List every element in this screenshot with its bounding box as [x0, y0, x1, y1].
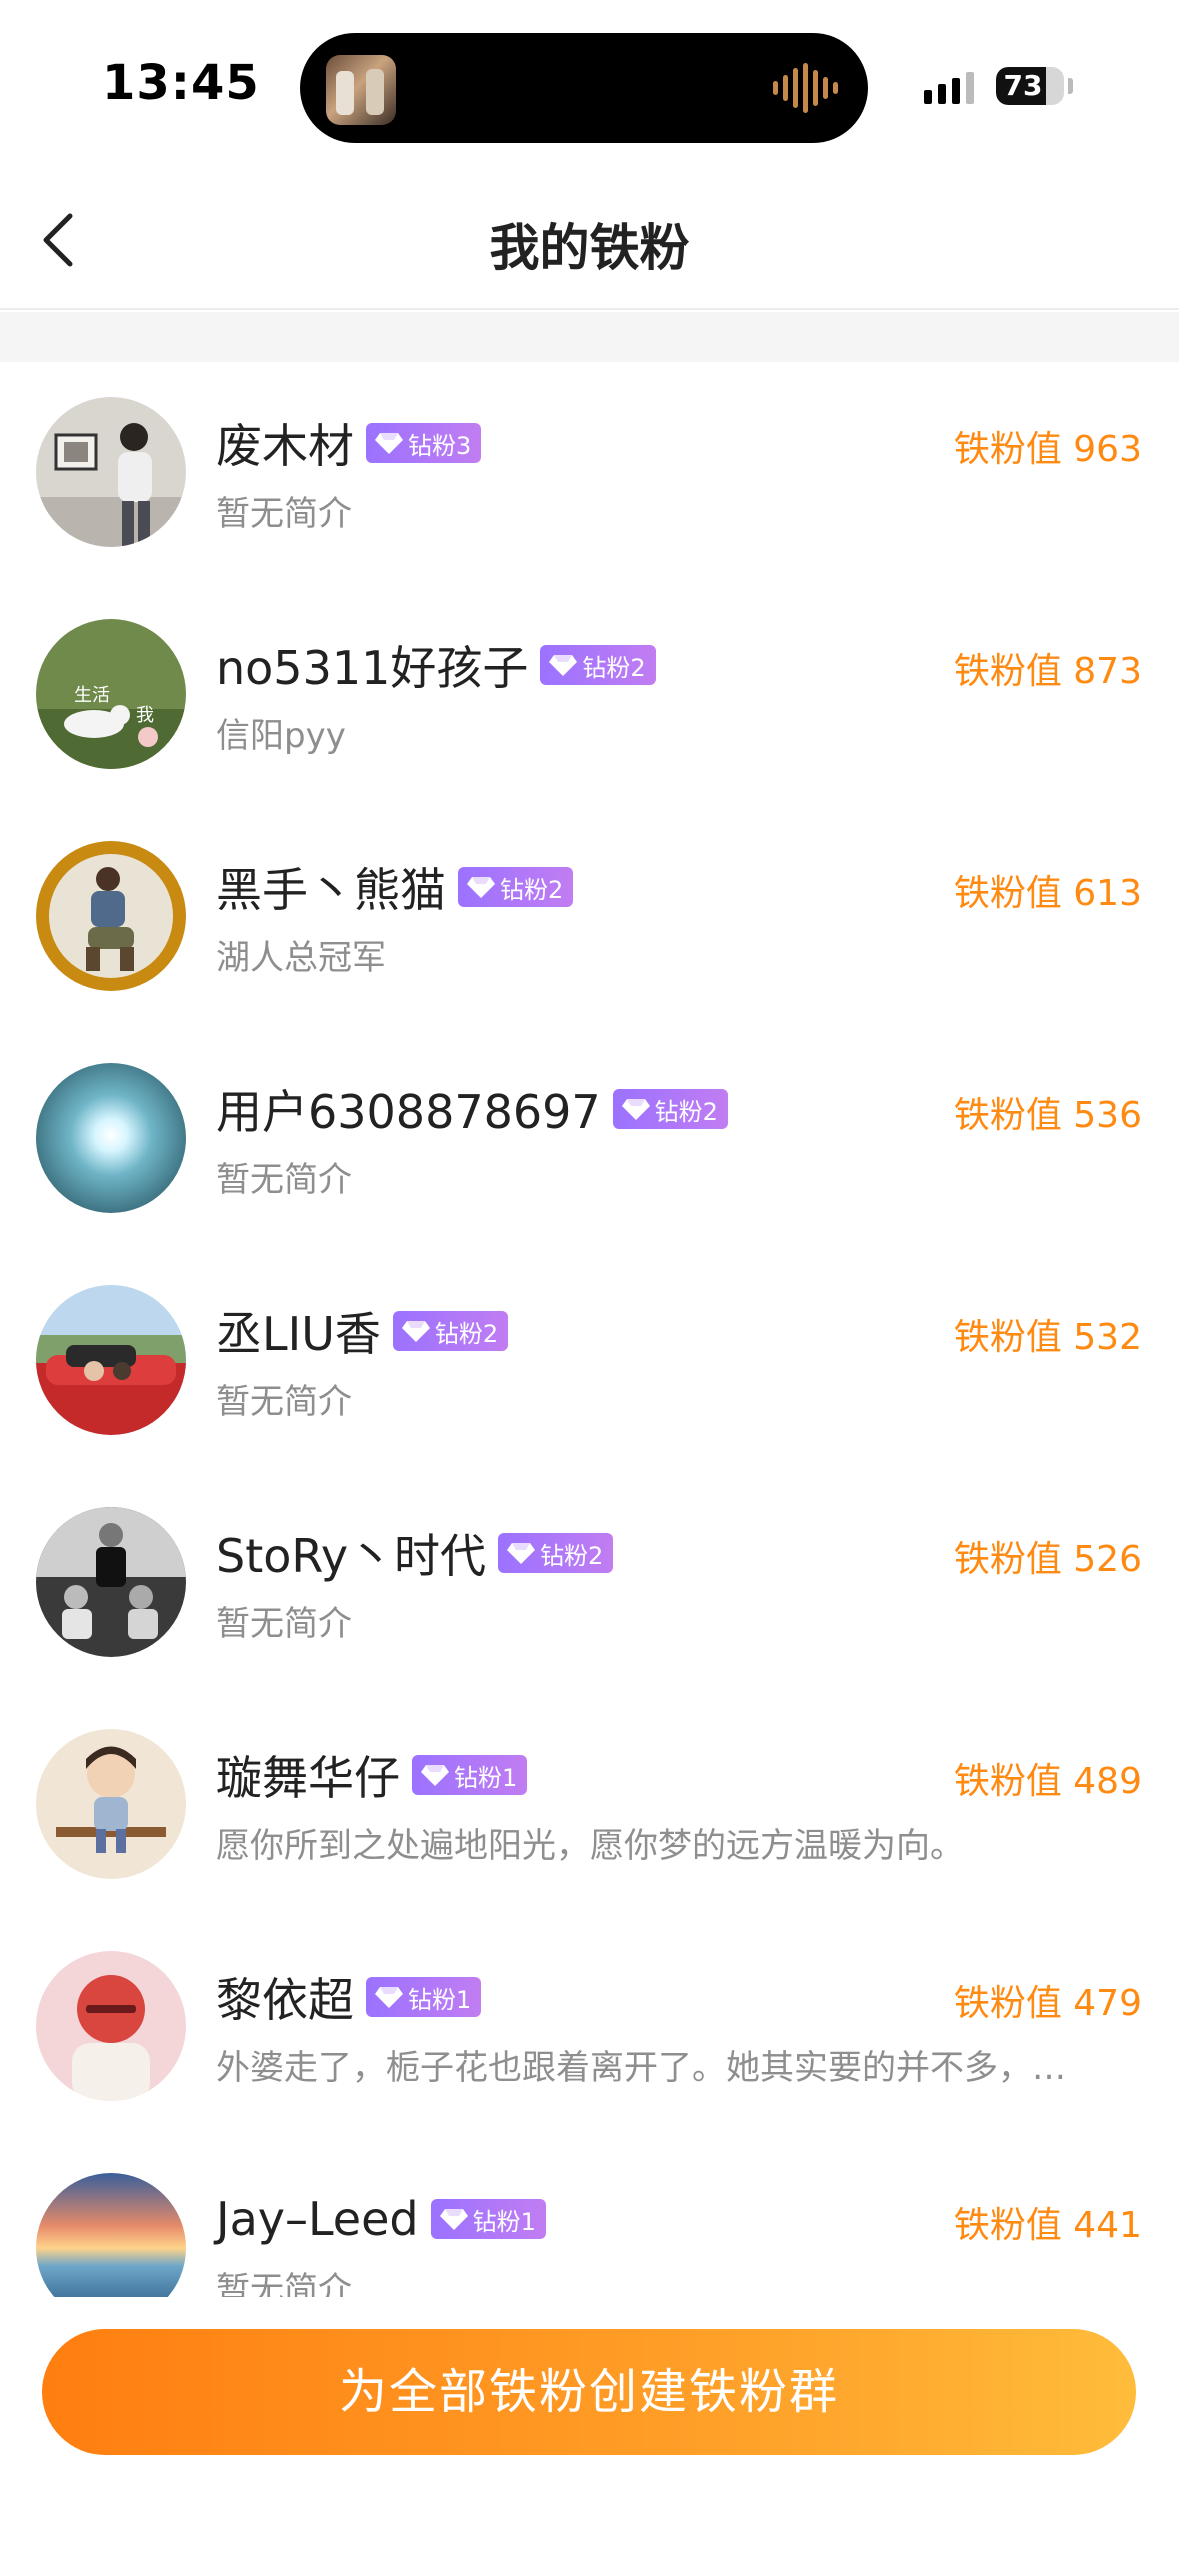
fan-name: 黎依超	[216, 1973, 354, 2027]
fan-row[interactable]: 黎依超 钻粉1 外婆走了，栀子花也跟着离开了。她其实要的并不多，… 铁粉值 47…	[0, 1916, 1179, 2138]
status-time: 13:45	[102, 55, 260, 111]
name-line: Jay–Leed 钻粉1	[216, 2186, 546, 2252]
name-line: 黎依超 钻粉1	[216, 1964, 482, 2030]
fan-level-badge: 钻粉3	[366, 423, 482, 463]
fan-value: 铁粉值 963	[953, 429, 1142, 470]
bottom-bar: 为全部铁粉创建铁粉群	[0, 2297, 1179, 2556]
diamond-icon	[507, 1543, 536, 1564]
name-line: 用户6308878697 钻粉2	[216, 1076, 728, 1142]
badge-label: 钻粉3	[408, 431, 472, 460]
avatar[interactable]	[36, 397, 186, 547]
fan-bio: 外婆走了，栀子花也跟着离开了。她其实要的并不多，…	[216, 2048, 1066, 2088]
fan-name: Jay–Leed	[216, 2192, 419, 2246]
battery-tip	[1068, 78, 1073, 94]
fan-row[interactable]: 璇舞华仔 钻粉1 愿你所到之处遍地阳光，愿你梦的远方温暖为向。 铁粉值 489	[0, 1694, 1179, 1916]
name-line: 黑手丶熊猫 钻粉2	[216, 854, 574, 920]
fan-row[interactable]: 用户6308878697 钻粉2 暂无简介 铁粉值 536	[0, 1028, 1179, 1250]
badge-label: 钻粉2	[582, 653, 646, 682]
name-line: 废木材 钻粉3	[216, 410, 482, 476]
avatar[interactable]	[36, 1507, 186, 1657]
fan-bio: 暂无简介	[216, 494, 352, 534]
fan-value: 铁粉值 526	[953, 1539, 1142, 1580]
fan-level-badge: 钻粉2	[498, 1533, 614, 1573]
fan-name: 璇舞华仔	[216, 1751, 400, 1805]
name-line: StoRy丶时代 钻粉2	[216, 1520, 614, 1586]
diamond-icon	[375, 433, 403, 454]
fan-value: 铁粉值 532	[953, 1317, 1142, 1358]
fan-name: no5311好孩子	[216, 641, 529, 695]
badge-label: 钻粉1	[408, 1985, 472, 2014]
badge-label: 钻粉2	[434, 1319, 499, 1348]
avatar[interactable]	[36, 1063, 186, 1213]
badge-label: 钻粉1	[472, 2207, 536, 2236]
fan-name: 用户6308878697	[216, 1085, 601, 1139]
avatar[interactable]	[36, 1729, 186, 1879]
fan-name: 废木材	[216, 419, 354, 473]
section-divider	[0, 312, 1179, 362]
badge-label: 钻粉2	[654, 1097, 718, 1126]
name-line: 丞LIU香 钻粉2	[216, 1298, 509, 1364]
diamond-icon	[375, 1987, 403, 2008]
nav-bar: 我的铁粉	[0, 170, 1179, 310]
fan-bio: 信阳pyy	[216, 716, 346, 756]
fan-level-badge: 钻粉1	[430, 2199, 546, 2239]
battery-icon: 73	[996, 67, 1064, 105]
page-title: 我的铁粉	[489, 219, 690, 277]
fan-bio: 暂无简介	[216, 1382, 352, 1422]
fan-name: 丞LIU香	[216, 1307, 381, 1361]
fan-row[interactable]: 丞LIU香 钻粉2 暂无简介 铁粉值 532	[0, 1250, 1179, 1472]
dynamic-island[interactable]	[300, 33, 868, 143]
fan-value: 铁粉值 441	[953, 2205, 1142, 2246]
fan-row[interactable]: 黑手丶熊猫 钻粉2 湖人总冠军 铁粉值 613	[0, 806, 1179, 1028]
diamond-icon	[421, 1765, 449, 1786]
fan-value: 铁粉值 613	[953, 873, 1142, 914]
now-playing-thumbnail	[326, 55, 396, 125]
fan-row[interactable]: StoRy丶时代 钻粉2 暂无简介 铁粉值 526	[0, 1472, 1179, 1694]
fan-name: 黑手丶熊猫	[216, 863, 446, 917]
fan-level-badge: 钻粉2	[540, 645, 656, 685]
fan-name: StoRy丶时代	[216, 1529, 487, 1583]
fan-value: 铁粉值 873	[953, 651, 1142, 692]
avatar[interactable]: 生活 我	[36, 619, 186, 769]
avatar[interactable]	[36, 1285, 186, 1435]
diamond-icon	[401, 1321, 430, 1342]
fan-bio: 暂无简介	[216, 1604, 352, 1644]
battery-level: 73	[1003, 69, 1043, 102]
avatar-caption-2: 我	[136, 705, 154, 726]
fan-list: 废木材 钻粉3 暂无简介 铁粉值 963 生活 我 no5311好孩子 钻粉2 …	[0, 362, 1179, 2360]
badge-label: 钻粉2	[540, 1541, 604, 1570]
create-fan-group-button[interactable]: 为全部铁粉创建铁粉群	[42, 2329, 1136, 2455]
fan-bio: 愿你所到之处遍地阳光，愿你梦的远方温暖为向。	[216, 1826, 964, 1866]
name-line: 璇舞华仔 钻粉1	[216, 1742, 528, 1808]
fan-bio: 湖人总冠军	[216, 938, 386, 978]
fan-level-badge: 钻粉2	[392, 1311, 509, 1351]
diamond-icon	[439, 2209, 468, 2230]
diamond-icon	[549, 655, 578, 676]
diamond-icon	[621, 1099, 650, 1120]
avatar[interactable]	[36, 1951, 186, 2101]
cellular-signal-icon	[924, 72, 974, 104]
fan-bio: 暂无简介	[216, 1160, 352, 1200]
status-bar: 13:45 73	[0, 0, 1179, 170]
fan-value: 铁粉值 489	[953, 1761, 1142, 1802]
avatar[interactable]	[36, 841, 186, 991]
avatar-caption-1: 生活	[74, 685, 110, 706]
fan-value: 铁粉值 479	[953, 1983, 1142, 2024]
fan-level-badge: 钻粉1	[412, 1755, 528, 1795]
badge-label: 钻粉1	[454, 1763, 518, 1792]
name-line: no5311好孩子 钻粉2	[216, 632, 656, 698]
diamond-icon	[467, 877, 495, 898]
fan-level-badge: 钻粉2	[458, 867, 574, 907]
fan-level-badge: 钻粉2	[612, 1089, 728, 1129]
fan-row[interactable]: 生活 我 no5311好孩子 钻粉2 信阳pyy 铁粉值 873	[0, 584, 1179, 806]
fan-level-badge: 钻粉1	[366, 1977, 482, 2017]
audio-wave-icon	[773, 63, 838, 113]
fan-row[interactable]: 废木材 钻粉3 暂无简介 铁粉值 963	[0, 362, 1179, 584]
fan-value: 铁粉值 536	[953, 1095, 1142, 1136]
badge-label: 钻粉2	[500, 875, 564, 904]
